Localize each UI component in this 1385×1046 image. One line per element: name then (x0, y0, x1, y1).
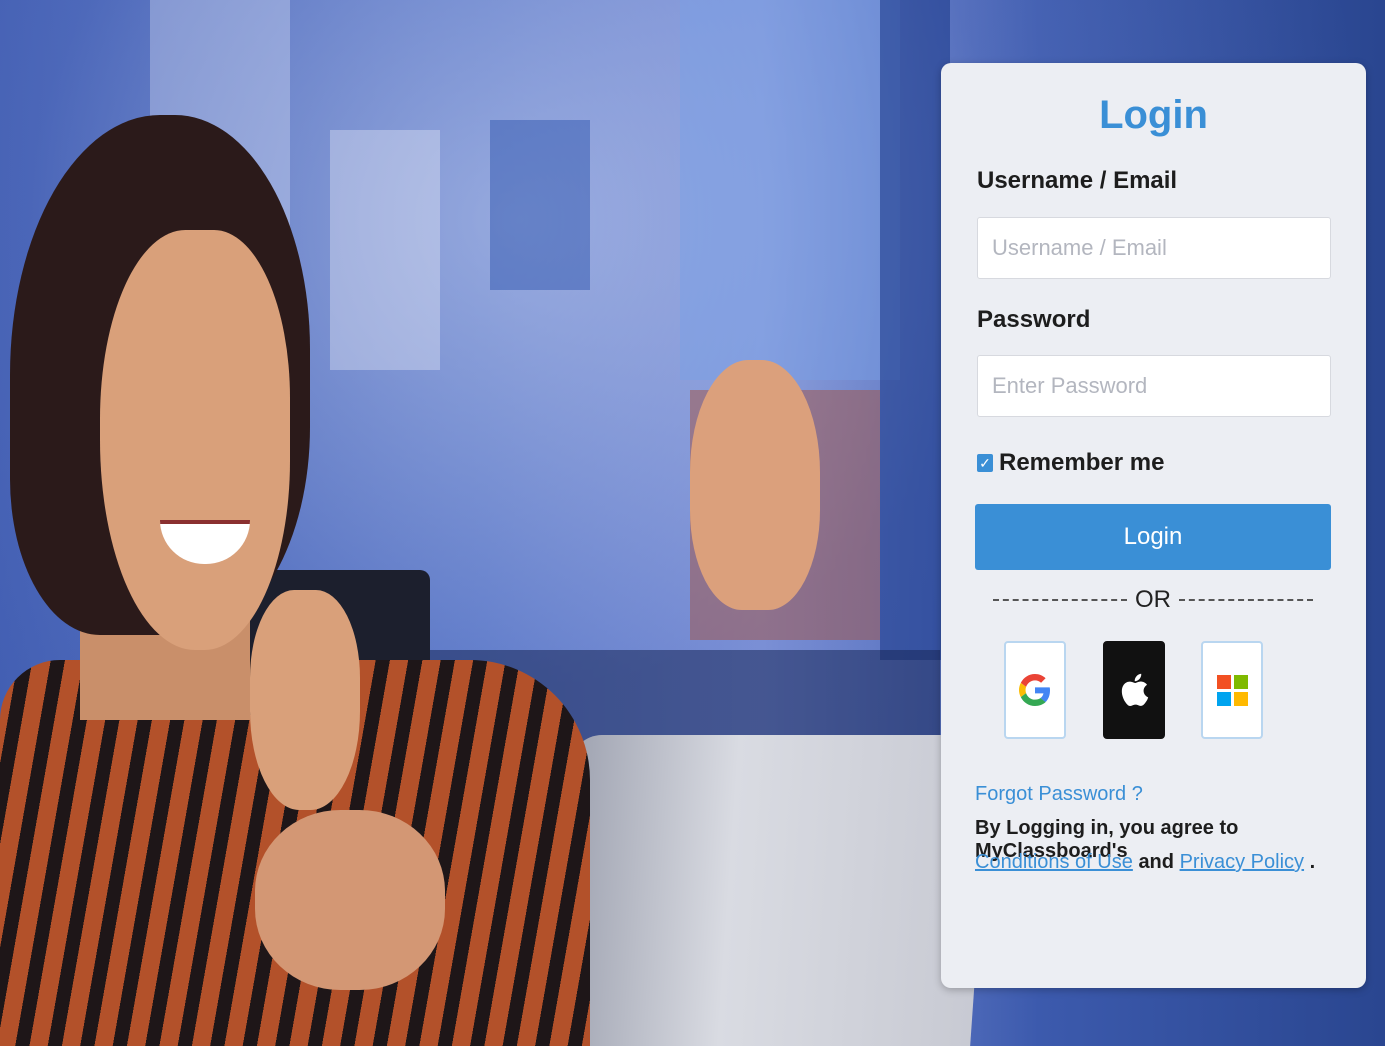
remember-label: Remember me (999, 449, 1165, 476)
terms-links: Conditions of Use and Privacy Policy . (975, 851, 1315, 874)
username-input[interactable] (977, 217, 1331, 279)
remember-me[interactable]: ✓ Remember me (977, 449, 1164, 477)
or-text: OR (1135, 586, 1171, 613)
privacy-policy-link[interactable]: Privacy Policy (1180, 851, 1304, 873)
login-card: Login Username / Email Password ✓ Rememb… (941, 63, 1366, 988)
microsoft-login-button[interactable] (1201, 641, 1263, 739)
microsoft-icon (1216, 674, 1248, 706)
period-text: . (1309, 851, 1316, 873)
divider-line-left (993, 599, 1127, 601)
google-icon (1019, 674, 1050, 706)
apple-icon (1121, 673, 1149, 707)
login-page: Login Username / Email Password ✓ Rememb… (0, 0, 1385, 1046)
google-login-button[interactable] (1004, 641, 1066, 739)
apple-login-button[interactable] (1103, 641, 1165, 739)
or-divider: OR (993, 586, 1313, 614)
username-label: Username / Email (977, 167, 1178, 194)
and-text: and (1138, 851, 1174, 873)
password-label: Password (977, 306, 1091, 333)
forgot-password-link[interactable]: Forgot Password ? (975, 783, 1143, 806)
conditions-of-use-link[interactable]: Conditions of Use (975, 851, 1133, 873)
divider-line-right (1179, 599, 1313, 601)
login-title: Login (1099, 93, 1208, 137)
remember-checkbox[interactable]: ✓ (977, 454, 993, 472)
password-input[interactable] (977, 355, 1331, 417)
login-button[interactable]: Login (975, 504, 1331, 570)
